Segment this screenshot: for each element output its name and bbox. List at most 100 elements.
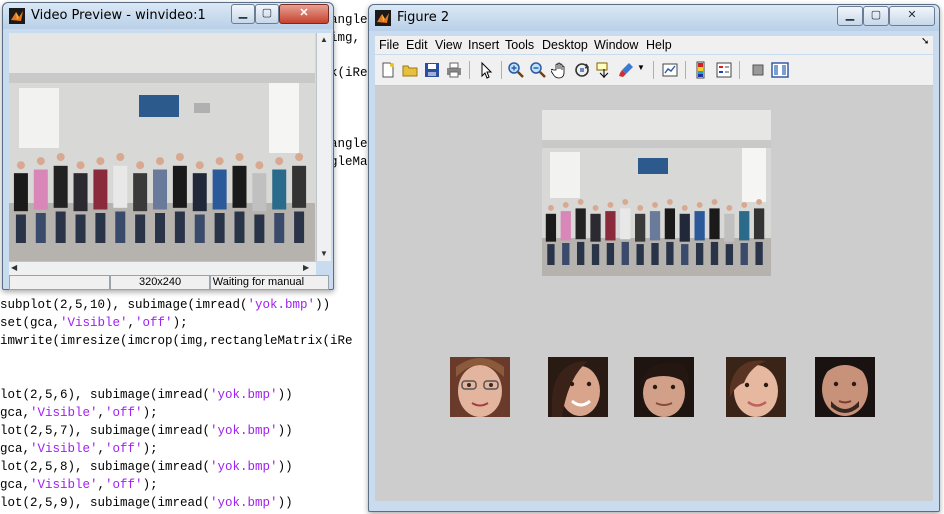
person-head <box>622 199 629 205</box>
person-head <box>156 157 165 166</box>
video-preview-title: Video Preview - winvideo:1 <box>31 8 206 23</box>
person-legs <box>695 243 704 265</box>
person-head <box>175 153 184 162</box>
scroll-down-icon[interactable]: ▼ <box>320 249 328 258</box>
minimize-button[interactable]: ▁ <box>231 4 255 24</box>
code-line: lot(2,5,8), subimage(imread('yok.bmp')) <box>0 460 293 474</box>
dock-arrow-icon[interactable]: ➘ <box>921 36 929 47</box>
person-body <box>590 213 601 242</box>
close-button[interactable]: ✕ <box>279 4 329 24</box>
menu-file[interactable]: File <box>379 38 399 52</box>
person-body <box>33 169 48 210</box>
person-head <box>36 157 45 166</box>
menu-edit[interactable]: Edit <box>406 38 428 52</box>
maximize-button[interactable]: ▢ <box>255 4 279 24</box>
open-folder-icon[interactable] <box>401 61 419 79</box>
print-icon[interactable] <box>445 61 463 79</box>
link-plot-icon[interactable] <box>661 61 679 79</box>
zoom-in-icon[interactable] <box>507 61 525 79</box>
person-body <box>560 211 571 241</box>
menu-help[interactable]: Help <box>646 38 672 52</box>
code-fragment: k(iRe <box>330 66 368 80</box>
zoom-out-icon[interactable] <box>529 61 547 79</box>
maximize-button[interactable]: ▢ <box>863 6 889 26</box>
person-body <box>192 173 207 212</box>
hide-plot-tools-icon[interactable] <box>749 61 767 79</box>
person-body <box>113 165 128 208</box>
subplot-group-photo <box>542 110 771 276</box>
code-line: subplot(2,5,10), subimage(imread('yok.bm… <box>0 298 331 312</box>
menu-desktop[interactable]: Desktop <box>542 38 588 52</box>
video-frame <box>9 33 315 261</box>
video-preview-window[interactable]: Video Preview - winvideo:1 ▁ ▢ ✕ ▲ ▼ ◀ ▶… <box>2 2 334 290</box>
scroll-left-icon[interactable]: ◀ <box>11 263 17 272</box>
brush-icon[interactable] <box>617 61 635 79</box>
person-head <box>275 157 284 166</box>
face-crop-3 <box>634 357 694 417</box>
person-legs <box>651 243 659 265</box>
menu-window[interactable]: Window <box>594 38 638 52</box>
code-line: gca,'Visible','off'); <box>0 478 158 492</box>
vertical-scrollbar[interactable]: ▲ ▼ <box>316 33 331 261</box>
pointer-icon[interactable] <box>477 61 495 79</box>
person-legs <box>547 244 555 265</box>
person-legs <box>135 214 146 243</box>
toolbar-separator <box>469 61 470 79</box>
person-head <box>666 199 673 205</box>
person-legs <box>234 211 245 243</box>
person-body <box>172 165 187 208</box>
figure-window[interactable]: Figure 2 ▁ ▢ ✕ File Edit View Insert Too… <box>368 4 940 512</box>
code-line: gca,'Visible','off'); <box>0 406 158 420</box>
new-file-icon[interactable] <box>379 61 397 79</box>
person-body <box>635 213 646 242</box>
pan-icon[interactable] <box>551 61 569 79</box>
menu-insert[interactable]: Insert <box>468 38 499 52</box>
horizontal-scrollbar[interactable]: ◀ ▶ <box>9 261 316 275</box>
code-fragment: gleMa <box>330 155 368 169</box>
person-head <box>235 153 244 162</box>
status-left <box>9 275 111 290</box>
code-fragment: img, <box>330 31 361 45</box>
menu-tools[interactable]: Tools <box>505 38 534 52</box>
video-statusbar: 320x240 Waiting for manual <box>9 275 329 290</box>
code-line: lot(2,5,7), subimage(imread('yok.bmp')) <box>0 424 293 438</box>
person-legs <box>35 213 46 243</box>
close-icon: ✕ <box>299 7 309 19</box>
person-legs <box>725 244 734 265</box>
person-legs <box>174 211 185 243</box>
person-head <box>96 157 105 166</box>
person-body <box>252 173 267 212</box>
person-head <box>255 161 264 170</box>
person-legs <box>666 241 674 265</box>
person-legs <box>115 211 126 243</box>
menu-view[interactable]: View <box>435 38 462 52</box>
person-legs <box>591 244 600 265</box>
figure-title: Figure 2 <box>397 10 450 25</box>
video-preview-titlebar[interactable]: Video Preview - winvideo:1 ▁ ▢ ✕ <box>3 3 333 29</box>
data-cursor-icon[interactable] <box>595 61 613 79</box>
save-icon[interactable] <box>423 61 441 79</box>
person-legs <box>15 214 26 243</box>
rotate-3d-icon[interactable] <box>573 61 591 79</box>
scroll-right-icon[interactable]: ▶ <box>303 263 309 272</box>
figure-titlebar[interactable]: Figure 2 ▁ ▢ ✕ <box>369 5 939 31</box>
person-legs <box>274 213 285 243</box>
person-body <box>133 173 148 212</box>
person-head <box>562 202 569 208</box>
person-head <box>711 199 718 205</box>
person-legs <box>214 213 225 243</box>
maximize-icon: ▢ <box>870 9 882 21</box>
face-crop-1 <box>450 357 510 417</box>
minimize-button[interactable]: ▁ <box>837 6 863 26</box>
figure-canvas[interactable] <box>375 86 933 501</box>
close-button[interactable]: ✕ <box>889 6 935 26</box>
person-head <box>652 202 658 208</box>
legend-icon[interactable] <box>715 61 733 79</box>
person-head <box>76 161 85 170</box>
scroll-up-icon[interactable]: ▲ <box>320 35 328 44</box>
person-body <box>753 208 765 240</box>
minimize-icon: ▁ <box>238 7 248 19</box>
show-plot-tools-icon[interactable] <box>771 61 789 79</box>
colorbar-icon[interactable] <box>693 61 711 79</box>
face-crop-2 <box>548 357 608 417</box>
